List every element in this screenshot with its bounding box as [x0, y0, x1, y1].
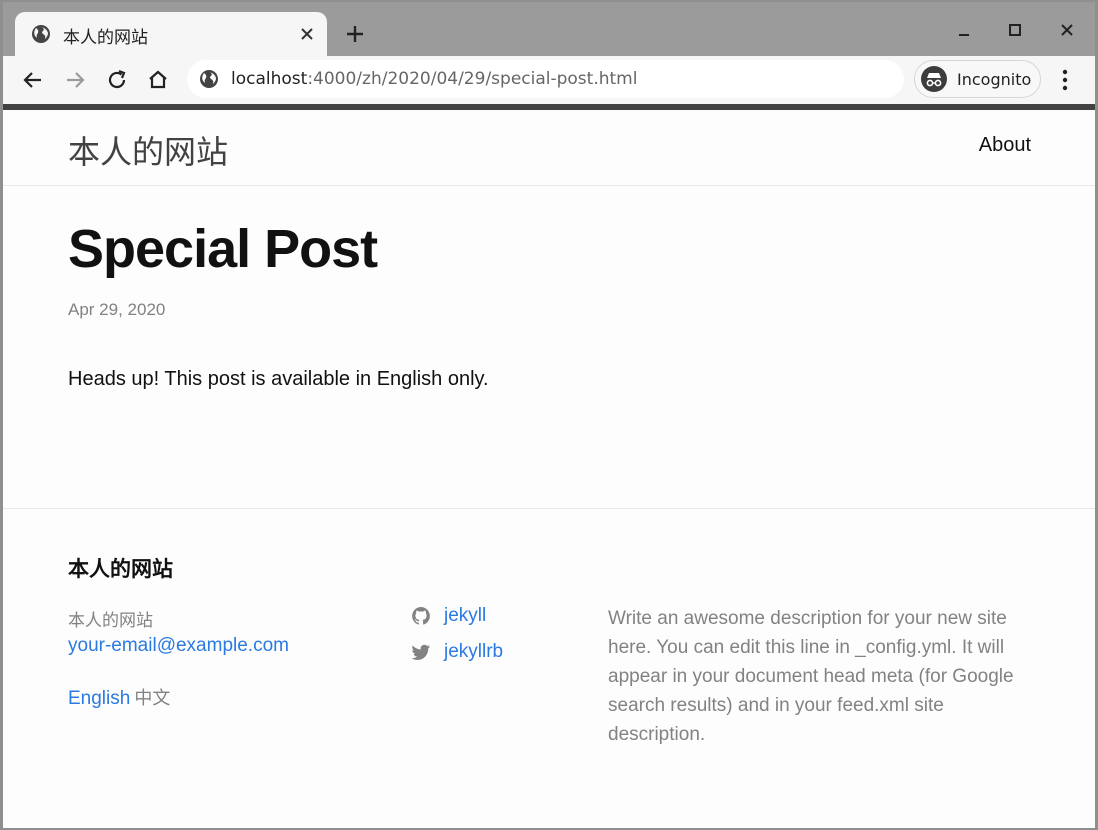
- language-chinese-current: 中文: [134, 688, 171, 709]
- footer-site-name: 本人的网站: [68, 611, 153, 631]
- close-icon[interactable]: [1055, 18, 1079, 42]
- web-page: 本人的网站 About Special Post Apr 29, 2020 He…: [3, 110, 1095, 828]
- incognito-icon: [920, 65, 948, 93]
- site-title-link[interactable]: 本人的网站: [68, 127, 228, 173]
- incognito-label: Incognito: [957, 70, 1032, 89]
- language-switcher: English 中文: [68, 684, 170, 710]
- kebab-menu-icon[interactable]: [1055, 68, 1075, 92]
- url-host: localhost: [231, 69, 308, 89]
- url-path: :4000/zh/2020/04/29/special-post.html: [307, 69, 638, 89]
- home-icon[interactable]: [144, 66, 172, 94]
- reload-icon[interactable]: [103, 66, 131, 94]
- language-english-link[interactable]: English: [68, 688, 130, 709]
- globe-icon: [199, 69, 219, 89]
- globe-icon: [31, 24, 51, 44]
- browser-window: 本人的网站 localhost:4000/zh/2020/04/29/speci…: [3, 2, 1095, 828]
- maximize-icon[interactable]: [1003, 18, 1027, 42]
- arrow-right-icon[interactable]: [61, 66, 89, 94]
- tab-title: 本人的网站: [63, 28, 148, 48]
- site-footer: 本人的网站 本人的网站 your-email@example.com Engli…: [3, 508, 1095, 828]
- close-icon[interactable]: [297, 24, 317, 44]
- url-text: localhost:4000/zh/2020/04/29/special-pos…: [231, 69, 637, 89]
- incognito-button[interactable]: Incognito: [914, 60, 1041, 98]
- address-bar[interactable]: localhost:4000/zh/2020/04/29/special-pos…: [187, 60, 904, 98]
- github-icon: [412, 607, 430, 625]
- minimize-icon[interactable]: [952, 18, 976, 42]
- browser-tab[interactable]: 本人的网站: [15, 12, 327, 56]
- github-link-label: jekyll: [444, 605, 487, 626]
- browser-toolbar: localhost:4000/zh/2020/04/29/special-pos…: [3, 56, 1095, 104]
- nav-about-link[interactable]: About: [979, 134, 1031, 157]
- twitter-link-label: jekyllrb: [444, 641, 504, 662]
- twitter-icon: [411, 644, 430, 660]
- site-header: 本人的网站 About: [3, 110, 1095, 186]
- site-description: Write an awesome description for your ne…: [608, 608, 1014, 745]
- footer-email-link[interactable]: your-email@example.com: [68, 635, 289, 657]
- post-body: Heads up! This post is available in Engl…: [68, 368, 489, 390]
- post-date: Apr 29, 2020: [68, 300, 166, 319]
- arrow-left-icon[interactable]: [19, 66, 47, 94]
- post-title: Special Post: [68, 219, 378, 279]
- footer-heading: 本人的网站: [68, 557, 173, 581]
- plus-icon[interactable]: [341, 20, 369, 48]
- tab-strip: 本人的网站: [3, 2, 1095, 56]
